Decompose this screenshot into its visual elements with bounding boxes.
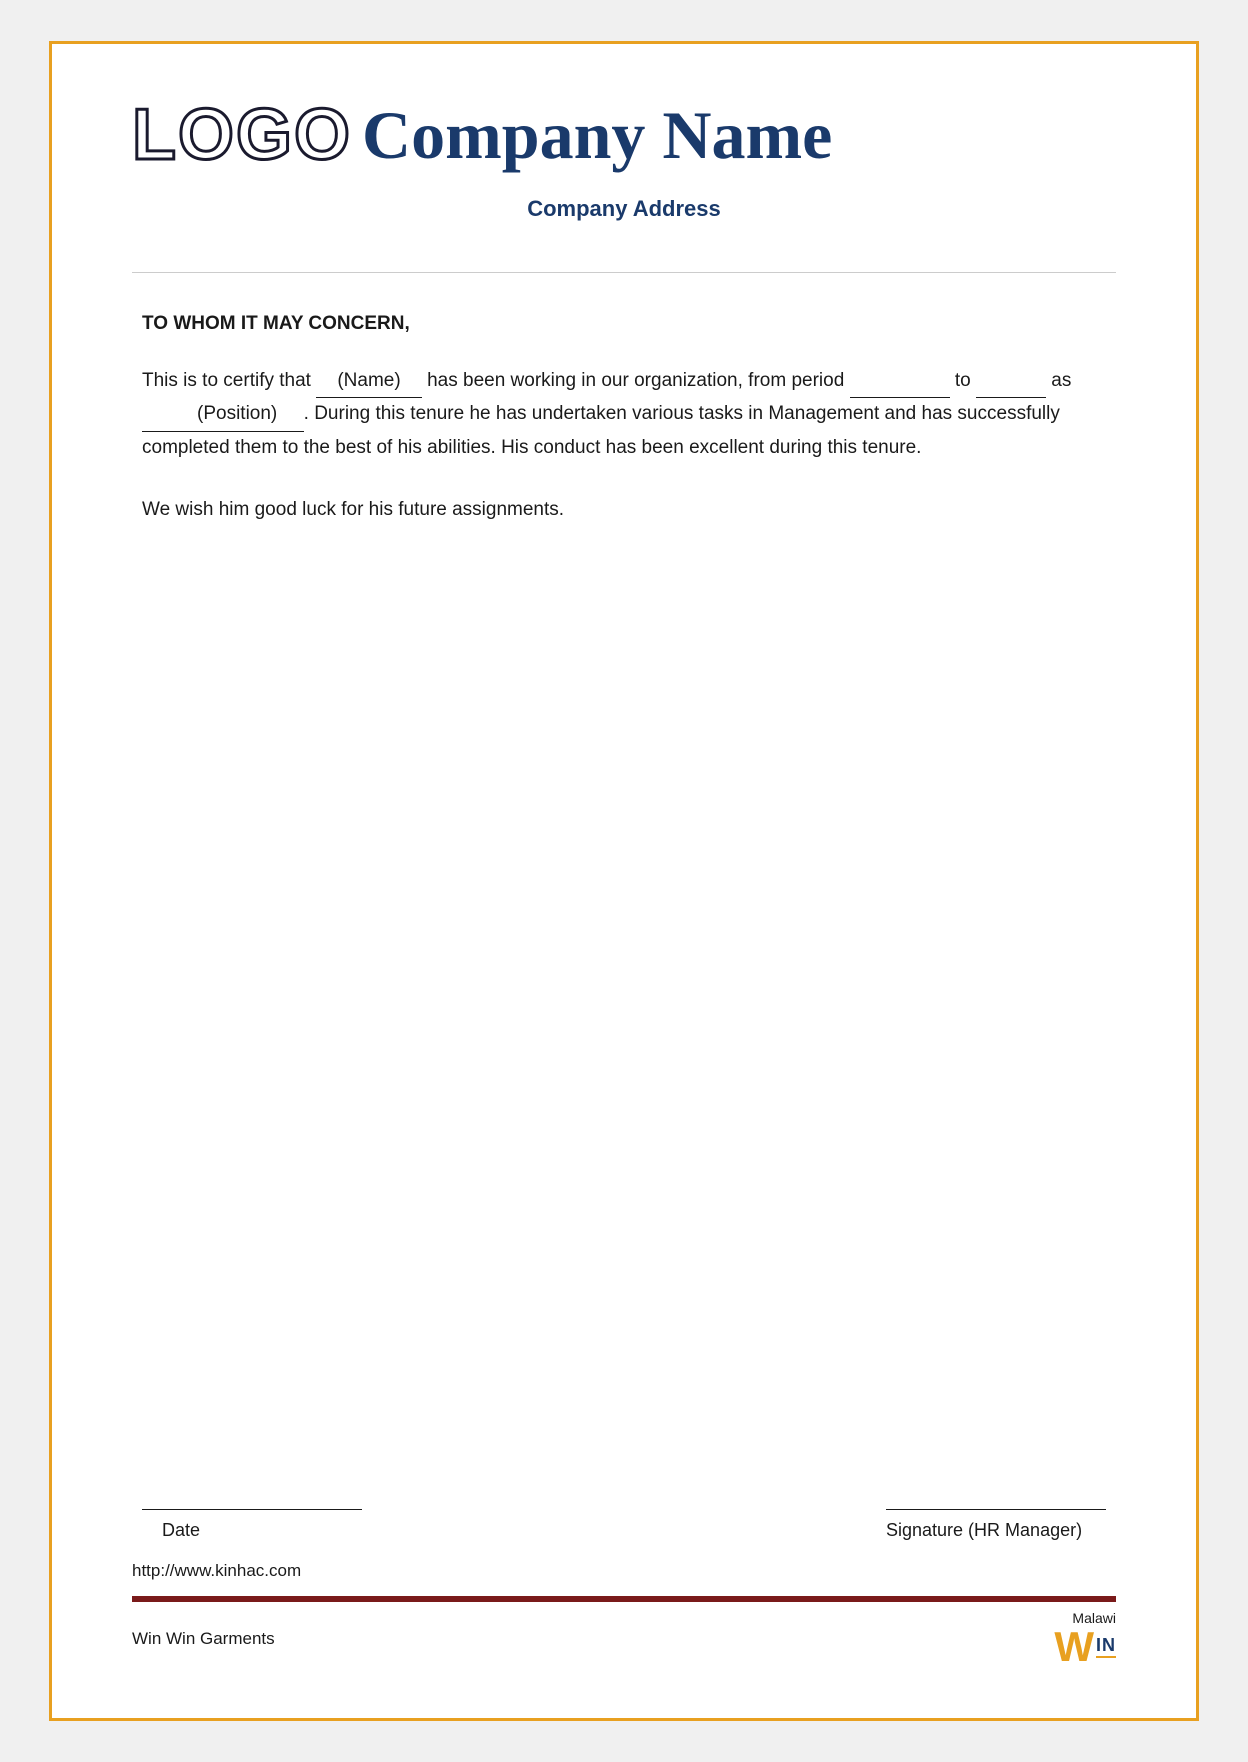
signature-section: Date Signature (HR Manager) bbox=[132, 1509, 1116, 1541]
signature-block: Signature (HR Manager) bbox=[886, 1509, 1106, 1541]
footer-section: http://www.kinhac.com Win Win Garments M… bbox=[132, 1541, 1116, 1668]
win-in-block: IN bbox=[1096, 1636, 1116, 1658]
content-section: TO WHOM IT MAY CONCERN, This is to certi… bbox=[132, 313, 1116, 1429]
as-blank bbox=[142, 398, 197, 431]
document-page: LOGO Company Name Company Address TO WHO… bbox=[49, 41, 1199, 1721]
body-paragraph: This is to certify that (Name) has been … bbox=[142, 365, 1106, 464]
footer-bottom: Win Win Garments Malawi W IN bbox=[132, 1610, 1116, 1668]
logo-company-row: LOGO Company Name bbox=[132, 94, 832, 176]
win-w-letter: W bbox=[1054, 1626, 1094, 1668]
win-text: IN bbox=[1096, 1636, 1116, 1654]
company-name: Company Name bbox=[362, 96, 832, 175]
website-text: http://www.kinhac.com bbox=[132, 1561, 1116, 1581]
win-logo-graphic: W IN bbox=[1054, 1626, 1116, 1668]
logo-text: LOGO bbox=[132, 94, 352, 176]
signature-label: Signature (HR Manager) bbox=[886, 1520, 1082, 1541]
win-win-logo: Malawi W IN bbox=[1054, 1610, 1116, 1668]
period-to-blank bbox=[976, 365, 1046, 398]
company-address: Company Address bbox=[527, 196, 721, 221]
footer-company-name: Win Win Garments bbox=[132, 1629, 275, 1649]
salutation: TO WHOM IT MAY CONCERN, bbox=[142, 313, 1106, 335]
date-block: Date bbox=[142, 1509, 362, 1541]
date-line bbox=[142, 1509, 362, 1510]
company-address-row: Company Address bbox=[132, 196, 1116, 222]
name-blank: (Name) bbox=[316, 365, 422, 398]
footer-bar bbox=[132, 1596, 1116, 1602]
sig-line bbox=[886, 1509, 1106, 1510]
header-section: LOGO Company Name Company Address bbox=[132, 94, 1116, 252]
header-divider bbox=[132, 272, 1116, 273]
wish-paragraph: We wish him good luck for his future ass… bbox=[142, 494, 1106, 526]
position-blank: (Position) bbox=[197, 398, 304, 431]
period-from-blank bbox=[850, 365, 950, 398]
date-label: Date bbox=[142, 1520, 200, 1541]
win-underline bbox=[1096, 1656, 1116, 1658]
